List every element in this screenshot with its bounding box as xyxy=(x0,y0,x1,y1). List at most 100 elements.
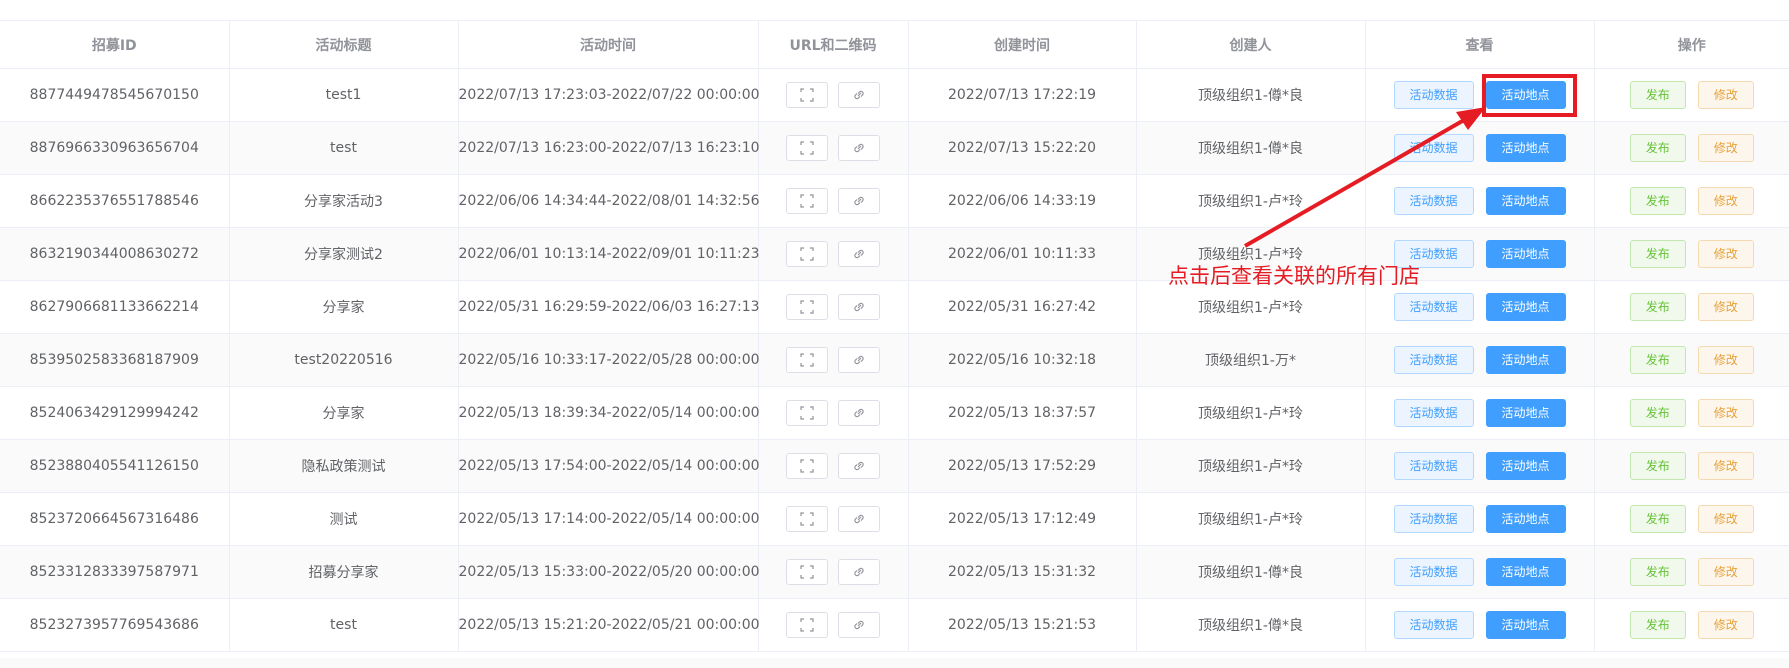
cell-url-qrcode xyxy=(758,386,909,440)
edit-button[interactable]: 修改 xyxy=(1697,134,1754,162)
cell-url-qrcode xyxy=(758,492,909,546)
cell-url-qrcode xyxy=(758,121,909,175)
activity-location-button[interactable]: 活动地点 xyxy=(1485,293,1566,321)
cell-activity-time: 2022/07/13 17:23:03-2022/07/22 00:00:00 xyxy=(458,68,760,122)
activity-data-button[interactable]: 活动数据 xyxy=(1393,346,1474,374)
cell-creator: 顶级组织1-僔*良 xyxy=(1136,598,1366,652)
edit-button[interactable]: 修改 xyxy=(1697,611,1754,639)
activity-location-button[interactable]: 活动地点 xyxy=(1485,134,1566,162)
qrcode-expand-icon[interactable] xyxy=(786,294,828,320)
activity-data-button[interactable]: 活动数据 xyxy=(1393,558,1474,586)
activity-location-button[interactable]: 活动地点 xyxy=(1485,505,1566,533)
activity-location-button[interactable]: 活动地点 xyxy=(1485,240,1566,268)
cell-view: 活动数据 活动地点 xyxy=(1365,386,1595,440)
qrcode-expand-icon[interactable] xyxy=(786,82,828,108)
publish-button[interactable]: 发布 xyxy=(1629,611,1686,639)
edit-button[interactable]: 修改 xyxy=(1697,505,1754,533)
edit-button[interactable]: 修改 xyxy=(1697,187,1754,215)
table-row: 8876966330963656704 test 2022/07/13 16:23:… xyxy=(0,121,1789,175)
cell-recruit-id: 8523273957769543686 xyxy=(0,598,230,652)
cell-activity-time: 2022/05/13 15:21:20-2022/05/21 00:00:00 xyxy=(458,598,760,652)
edit-button[interactable]: 修改 xyxy=(1697,558,1754,586)
edit-button[interactable]: 修改 xyxy=(1697,452,1754,480)
table-row: 8523312833397587971 招募分享家 2022/05/13 15:33… xyxy=(0,545,1789,599)
activity-data-button[interactable]: 活动数据 xyxy=(1393,611,1474,639)
cell-recruit-id: 8539502583368187909 xyxy=(0,333,230,387)
cell-created-time: 2022/06/06 14:33:19 xyxy=(908,174,1137,228)
activity-data-button[interactable]: 活动数据 xyxy=(1393,505,1474,533)
qrcode-expand-icon[interactable] xyxy=(786,506,828,532)
link-icon[interactable] xyxy=(838,347,880,373)
cell-actions: 发布 修改 xyxy=(1594,439,1789,493)
link-icon[interactable] xyxy=(838,559,880,585)
link-icon[interactable] xyxy=(838,135,880,161)
cell-actions: 发布 修改 xyxy=(1594,386,1789,440)
link-icon[interactable] xyxy=(838,453,880,479)
activity-data-button[interactable]: 活动数据 xyxy=(1393,134,1474,162)
link-icon[interactable] xyxy=(838,188,880,214)
cell-view: 活动数据 活动地点 xyxy=(1365,121,1595,175)
cell-creator: 顶级组织1-卢*玲 xyxy=(1136,492,1366,546)
publish-button[interactable]: 发布 xyxy=(1629,452,1686,480)
activity-location-button[interactable]: 活动地点 xyxy=(1485,346,1566,374)
activity-data-button[interactable]: 活动数据 xyxy=(1393,399,1474,427)
activity-data-button[interactable]: 活动数据 xyxy=(1393,81,1474,109)
cell-created-time: 2022/05/13 17:52:29 xyxy=(908,439,1137,493)
cell-view: 活动数据 活动地点 xyxy=(1365,439,1595,493)
edit-button[interactable]: 修改 xyxy=(1697,293,1754,321)
cell-activity-title: test1 xyxy=(229,68,459,122)
activity-data-button[interactable]: 活动数据 xyxy=(1393,452,1474,480)
activity-location-button[interactable]: 活动地点 xyxy=(1485,187,1566,215)
edit-button[interactable]: 修改 xyxy=(1697,399,1754,427)
qrcode-expand-icon[interactable] xyxy=(786,612,828,638)
cell-activity-time: 2022/05/31 16:29:59-2022/06/03 16:27:13 xyxy=(458,280,760,334)
header-view: 查看 xyxy=(1365,20,1595,69)
header-activity-title: 活动标题 xyxy=(229,20,459,69)
cell-created-time: 2022/07/13 15:22:20 xyxy=(908,121,1137,175)
edit-button[interactable]: 修改 xyxy=(1697,346,1754,374)
link-icon[interactable] xyxy=(838,612,880,638)
activity-data-button[interactable]: 活动数据 xyxy=(1393,187,1474,215)
cell-activity-title: 分享家 xyxy=(229,280,459,334)
activity-data-button[interactable]: 活动数据 xyxy=(1393,293,1474,321)
link-icon[interactable] xyxy=(838,241,880,267)
publish-button[interactable]: 发布 xyxy=(1629,346,1686,374)
publish-button[interactable]: 发布 xyxy=(1629,399,1686,427)
edit-button[interactable]: 修改 xyxy=(1697,240,1754,268)
annotation-text: 点击后查看关联的所有门店 xyxy=(1168,264,1420,288)
qrcode-expand-icon[interactable] xyxy=(786,188,828,214)
cell-url-qrcode xyxy=(758,439,909,493)
cell-creator: 顶级组织1-卢*玲 xyxy=(1136,174,1366,228)
qrcode-expand-icon[interactable] xyxy=(786,347,828,373)
link-icon[interactable] xyxy=(838,506,880,532)
activity-location-button[interactable]: 活动地点 xyxy=(1485,452,1566,480)
publish-button[interactable]: 发布 xyxy=(1629,505,1686,533)
cell-view: 活动数据 活动地点 xyxy=(1365,333,1595,387)
activity-location-button[interactable]: 活动地点 xyxy=(1485,81,1566,109)
publish-button[interactable]: 发布 xyxy=(1629,81,1686,109)
publish-button[interactable]: 发布 xyxy=(1629,240,1686,268)
activity-location-button[interactable]: 活动地点 xyxy=(1485,558,1566,586)
activity-location-button[interactable]: 活动地点 xyxy=(1485,611,1566,639)
link-icon[interactable] xyxy=(838,400,880,426)
publish-button[interactable]: 发布 xyxy=(1629,187,1686,215)
link-icon[interactable] xyxy=(838,82,880,108)
publish-button[interactable]: 发布 xyxy=(1629,558,1686,586)
qrcode-expand-icon[interactable] xyxy=(786,453,828,479)
qrcode-expand-icon[interactable] xyxy=(786,400,828,426)
cell-creator: 顶级组织1-万* xyxy=(1136,333,1366,387)
activity-location-button[interactable]: 活动地点 xyxy=(1485,399,1566,427)
qrcode-expand-icon[interactable] xyxy=(786,241,828,267)
header-created-time: 创建时间 xyxy=(908,20,1137,69)
table-wrapper: 招募ID 活动标题 活动时间 URL和二维码 创建时间 创建人 查看 操作 88… xyxy=(0,20,1789,652)
table-header-row: 招募ID 活动标题 活动时间 URL和二维码 创建时间 创建人 查看 操作 xyxy=(0,20,1789,69)
edit-button[interactable]: 修改 xyxy=(1697,81,1754,109)
cell-recruit-id: 8632190344008630272 xyxy=(0,227,230,281)
link-icon[interactable] xyxy=(838,294,880,320)
cell-activity-title: test xyxy=(229,598,459,652)
qrcode-expand-icon[interactable] xyxy=(786,135,828,161)
qrcode-expand-icon[interactable] xyxy=(786,559,828,585)
publish-button[interactable]: 发布 xyxy=(1629,134,1686,162)
publish-button[interactable]: 发布 xyxy=(1629,293,1686,321)
cell-actions: 发布 修改 xyxy=(1594,174,1789,228)
